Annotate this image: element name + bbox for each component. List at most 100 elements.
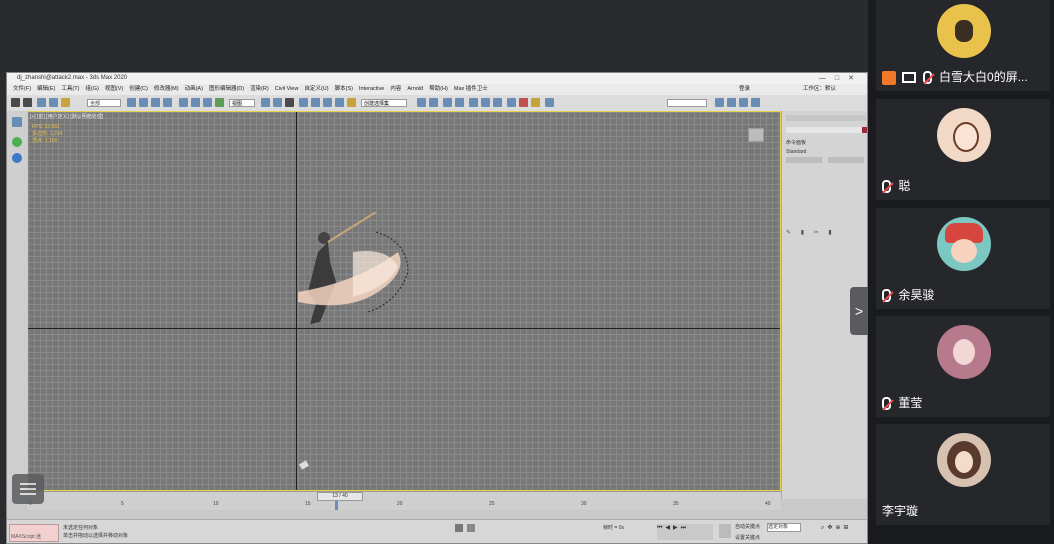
rotate-icon[interactable]: [191, 98, 200, 107]
named-selection-dropdown[interactable]: 创建选择集: [361, 99, 407, 107]
mirror-icon[interactable]: [417, 98, 426, 107]
menu-content[interactable]: 内容: [390, 84, 401, 95]
participant-tile[interactable]: 聪: [876, 99, 1050, 200]
render-setup-icon[interactable]: [507, 98, 516, 107]
tick-label: 10: [213, 501, 219, 507]
menu-civil-view[interactable]: Civil View: [275, 84, 299, 95]
place-icon[interactable]: [215, 98, 224, 107]
unlink-icon[interactable]: [49, 98, 58, 107]
material-editor-icon[interactable]: [493, 98, 502, 107]
selection-filter-dropdown[interactable]: 全部: [87, 99, 121, 107]
participant-tile[interactable]: 董莹: [876, 316, 1050, 417]
link-icon[interactable]: [37, 98, 46, 107]
menu-views[interactable]: 视图(V): [105, 84, 123, 95]
menu-plugin-guard[interactable]: Max 插件卫士: [454, 84, 488, 95]
render-online-icon[interactable]: [545, 98, 554, 107]
scene-explorer-toggle-icon[interactable]: [12, 117, 22, 127]
timeline-ticks: 0 5 10 15 20 25 30 35 40: [27, 501, 781, 510]
select-by-name-icon[interactable]: [139, 98, 148, 107]
snaps-toggle-icon[interactable]: [299, 98, 308, 107]
menu-group[interactable]: 组(G): [85, 84, 98, 95]
reference-coord-dropdown[interactable]: 视图: [229, 99, 255, 107]
viewport-label[interactable]: [+] [前] [用户定义] [默认明暗处理]: [30, 113, 103, 120]
floating-menu-button[interactable]: [12, 474, 44, 504]
window-controls[interactable]: —□✕: [819, 73, 863, 84]
cmd-name-field[interactable]: [786, 127, 862, 133]
menu-rendering[interactable]: 渲染(R): [250, 84, 269, 95]
window-crossing-icon[interactable]: [163, 98, 172, 107]
select-manipulate-icon[interactable]: [273, 98, 282, 107]
menu-help[interactable]: 帮助(H): [429, 84, 448, 95]
shield-icon[interactable]: [12, 153, 22, 163]
angle-snap-icon[interactable]: [311, 98, 320, 107]
menu-edit[interactable]: 编辑(E): [37, 84, 55, 95]
command-panel-tabs[interactable]: [786, 115, 866, 121]
timeline[interactable]: 13 / 40 0 5 10 15 20 25 30 35 40: [27, 491, 781, 510]
selected-objects-dropdown[interactable]: 选定对象: [767, 523, 801, 532]
status-line-2: 单击并拖动以选择并移动对象: [63, 533, 129, 539]
maxscript-listener[interactable]: MAXScript 迷: [9, 524, 59, 542]
percent-snap-icon[interactable]: [323, 98, 332, 107]
autokey-button[interactable]: 自动关键点: [735, 523, 760, 530]
schematic-view-icon[interactable]: [481, 98, 490, 107]
redo-icon[interactable]: [23, 98, 32, 107]
viewport-navigation[interactable]: ⌕✥⊕⊞: [821, 524, 865, 540]
spinner-snap-icon[interactable]: [335, 98, 344, 107]
menu-interactive[interactable]: Interactive: [359, 84, 384, 95]
edit-named-sets-icon[interactable]: [347, 98, 356, 107]
render-preset-dropdown[interactable]: [667, 99, 707, 107]
participant-tile[interactable]: 李宇璇: [876, 424, 1050, 525]
stats-polys: 多边形: 1,234: [32, 131, 63, 137]
menu-graph-editors[interactable]: 图形编辑器(D): [209, 84, 244, 95]
visibility-icon[interactable]: [12, 137, 22, 147]
cmd-standard[interactable]: Standard: [786, 149, 806, 155]
menu-tools[interactable]: 工具(T): [61, 84, 79, 95]
viewcube-icon[interactable]: [748, 128, 764, 142]
undo-icon[interactable]: [11, 98, 20, 107]
key-mode-icon[interactable]: [719, 524, 731, 538]
collapse-panel-button[interactable]: >: [850, 287, 868, 335]
mic-muted-icon: [922, 71, 932, 85]
render-production-icon[interactable]: [531, 98, 540, 107]
menu-scripting[interactable]: 脚本(S): [335, 84, 353, 95]
align-icon[interactable]: [429, 98, 438, 107]
setkey-button[interactable]: 设置关键点: [735, 534, 760, 541]
menu-customize[interactable]: 自定义(U): [304, 84, 328, 95]
plugin-icon-b[interactable]: [727, 98, 736, 107]
curve-editor-icon[interactable]: [469, 98, 478, 107]
select-object-icon[interactable]: [127, 98, 136, 107]
plugin-icon-a[interactable]: [715, 98, 724, 107]
menu-create[interactable]: 创建(C): [129, 84, 148, 95]
layer-explorer-icon[interactable]: [443, 98, 452, 107]
menu-arnold[interactable]: Arnold: [407, 84, 423, 95]
pivot-icon[interactable]: [261, 98, 270, 107]
cmd-button-b[interactable]: [828, 157, 864, 163]
camera-gizmo-icon[interactable]: [299, 460, 309, 470]
lock-icon[interactable]: [467, 524, 475, 532]
rendered-frame-icon[interactable]: [519, 98, 528, 107]
move-icon[interactable]: [179, 98, 188, 107]
character-swordsman[interactable]: [258, 212, 428, 332]
workspace-dropdown[interactable]: 工作区：默认: [803, 84, 836, 95]
isolate-icon[interactable]: [455, 524, 463, 532]
menu-modifiers[interactable]: 修改器(M): [154, 84, 179, 95]
cmd-category[interactable]: 命令面板: [786, 139, 806, 146]
menu-file[interactable]: 文件(F): [13, 84, 31, 95]
scale-icon[interactable]: [203, 98, 212, 107]
status-line-1: 未选定任何对象: [63, 525, 99, 531]
participant-tile[interactable]: 余昊骏: [876, 208, 1050, 309]
menu-animation[interactable]: 动画(A): [185, 84, 203, 95]
participant-tile[interactable]: 白雪大白0的屏...: [876, 0, 1050, 91]
modifier-stack-toolbar[interactable]: ✎ ▮ ✂ ▮: [786, 221, 866, 236]
plugin-icon-d[interactable]: [751, 98, 760, 107]
cmd-button-a[interactable]: [786, 157, 822, 163]
scene-explorer-icon[interactable]: [455, 98, 464, 107]
rect-selection-icon[interactable]: [151, 98, 160, 107]
time-slider[interactable]: 13 / 40: [317, 492, 363, 501]
bind-space-warp-icon[interactable]: [61, 98, 70, 107]
keyboard-shortcut-icon[interactable]: [285, 98, 294, 107]
plugin-icon-c[interactable]: [739, 98, 748, 107]
user-login[interactable]: 登录: [739, 84, 750, 95]
front-viewport[interactable]: [+] [前] [用户定义] [默认明暗处理] FPS: 33.561 多边形:…: [27, 111, 781, 491]
playback-controls[interactable]: ⏮◀▶⏭: [657, 524, 713, 540]
